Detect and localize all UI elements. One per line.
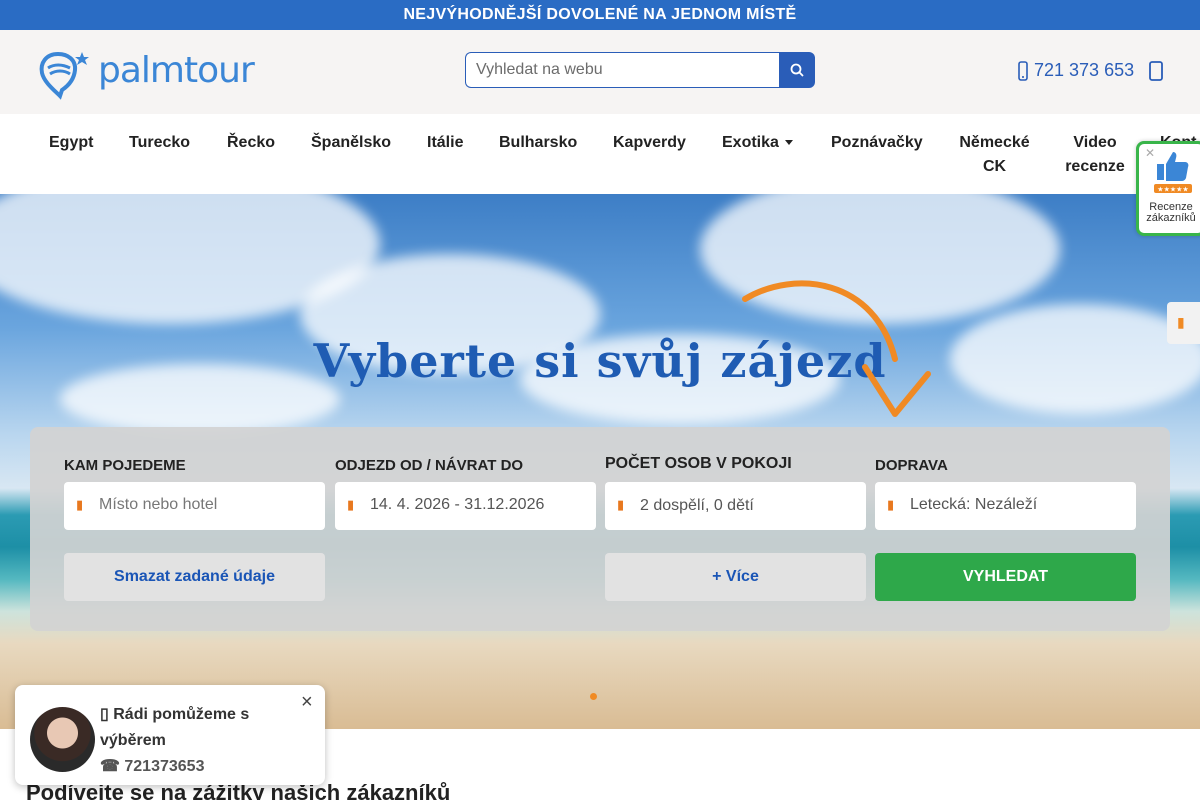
location-pin-icon: ▮ [76, 497, 84, 512]
nav-item-nemecke-ck-line1: Německé [959, 134, 1030, 151]
logo-pin-icon [39, 51, 89, 100]
curved-arrow-icon [742, 280, 931, 417]
nav-item-turecko[interactable]: Turecko [129, 131, 190, 155]
persons-value: 2 dospělí, 0 dětí [640, 497, 754, 514]
site-search-input[interactable] [465, 52, 780, 88]
reviews-label: Recenze zákazníků [1139, 202, 1200, 224]
destination-placeholder: Místo nebo hotel [99, 496, 218, 513]
nav-item-nemecke-ck-line2: CK [982, 158, 1007, 175]
nav-item-poznavacky[interactable]: Poznávačky [831, 131, 923, 155]
dates-value: 14. 4. 2026 - 31.12.2026 [370, 496, 545, 513]
chat-message-line2: výběrem [100, 732, 166, 749]
palmtour-logo[interactable]: palmtour [38, 46, 268, 100]
site-search [465, 52, 815, 88]
chat-message: ▯ Rádi pomůžeme s výběrem [100, 702, 290, 754]
transport-field[interactable]: ▮ Letecká: Nezáleží [875, 482, 1136, 530]
hero-banner: Vyberte si svůj zájezd ▮ KAM POJEDEME ▮ … [0, 194, 1200, 729]
nav-item-exotika[interactable]: Exotika [722, 131, 793, 155]
phone-icon [1018, 60, 1028, 81]
nav-item-video-recenze-line1: Video [1073, 134, 1117, 151]
telephone-icon: ☎ [100, 758, 125, 775]
nav-item-video-recenze-line2: recenze [1065, 158, 1125, 175]
transport-value: Letecká: Nezáleží [910, 496, 1038, 513]
customer-reviews-widget[interactable]: ✕ ★★★★★ Recenze zákazníků [1136, 141, 1200, 236]
header-phone-number: 721 373 653 [1034, 60, 1135, 80]
destination-field[interactable]: ▮ Místo nebo hotel [64, 482, 325, 530]
main-navigation: Egypt Turecko Řecko Španělsko Itálie Bul… [0, 114, 1200, 194]
chat-message-line1: Rádi pomůžeme s [113, 706, 250, 723]
carousel-dot-active[interactable] [590, 693, 597, 700]
hero-title: Vyberte si svůj zájezd [313, 334, 887, 388]
nav-item-bulharsko[interactable]: Bulharsko [499, 131, 577, 155]
more-options-button[interactable]: + Více [605, 553, 866, 601]
chevron-down-icon [784, 140, 793, 146]
chat-phone-link[interactable]: ☎ 721373653 [100, 756, 204, 776]
search-form-panel: KAM POJEDEME ▮ Místo nebo hotel ODJEZD O… [30, 427, 1170, 631]
persons-label: POČET OSOB V POKOJI [605, 455, 792, 472]
search-icon [790, 63, 804, 77]
destination-label: KAM POJEDEME [64, 457, 186, 474]
search-submit-button[interactable]: VYHLEDAT [875, 553, 1136, 601]
side-tab-icon: ▮ [1177, 314, 1185, 330]
side-feedback-tab[interactable]: ▮ [1167, 302, 1200, 344]
nav-item-kapverdy[interactable]: Kapverdy [613, 131, 686, 155]
calendar-icon: ▮ [347, 497, 355, 512]
user-account-icon[interactable] [1148, 60, 1164, 82]
nav-item-video-recenze[interactable]: Video recenze [1062, 131, 1128, 179]
chat-bubble-icon: ▯ [100, 706, 114, 723]
clear-form-button[interactable]: Smazat zadané údaje [64, 553, 325, 601]
nav-item-nemecke-ck[interactable]: Německé CK [959, 131, 1030, 179]
nav-item-spanelsko[interactable]: Španělsko [311, 131, 391, 155]
thumbs-up-icon: ★★★★★ [1154, 152, 1192, 194]
svg-text:★★★★★: ★★★★★ [1157, 186, 1188, 194]
nav-item-recko[interactable]: Řecko [227, 131, 275, 155]
dates-label: ODJEZD OD / NÁVRAT DO [335, 457, 524, 474]
nav-item-exotika-label: Exotika [722, 134, 779, 151]
agent-avatar [30, 707, 95, 772]
chat-close-button[interactable]: × [301, 691, 313, 714]
top-promo-banner: NEJVÝHODNĚJŠÍ DOVOLENÉ NA JEDNOM MÍSTĚ [0, 0, 1200, 30]
logo-text: palmtour [98, 50, 255, 91]
persons-field[interactable]: ▮ 2 dospělí, 0 dětí [605, 482, 866, 530]
persons-icon: ▮ [617, 497, 625, 512]
chat-phone-number: 721373653 [124, 758, 205, 775]
site-header: palmtour 721 373 653 [0, 30, 1200, 114]
reviews-label-line2: zákazníků [1146, 212, 1196, 224]
site-search-button[interactable] [779, 52, 815, 88]
plane-icon: ▮ [887, 497, 895, 512]
header-phone-link[interactable]: 721 373 653 [1018, 60, 1134, 81]
chat-widget[interactable]: ▯ Rádi pomůžeme s výběrem ☎ 721373653 × [15, 685, 325, 785]
nav-item-egypt[interactable]: Egypt [49, 131, 93, 155]
nav-item-italie[interactable]: Itálie [427, 131, 463, 155]
transport-label: DOPRAVA [875, 457, 948, 474]
dates-field[interactable]: ▮ 14. 4. 2026 - 31.12.2026 [335, 482, 596, 530]
